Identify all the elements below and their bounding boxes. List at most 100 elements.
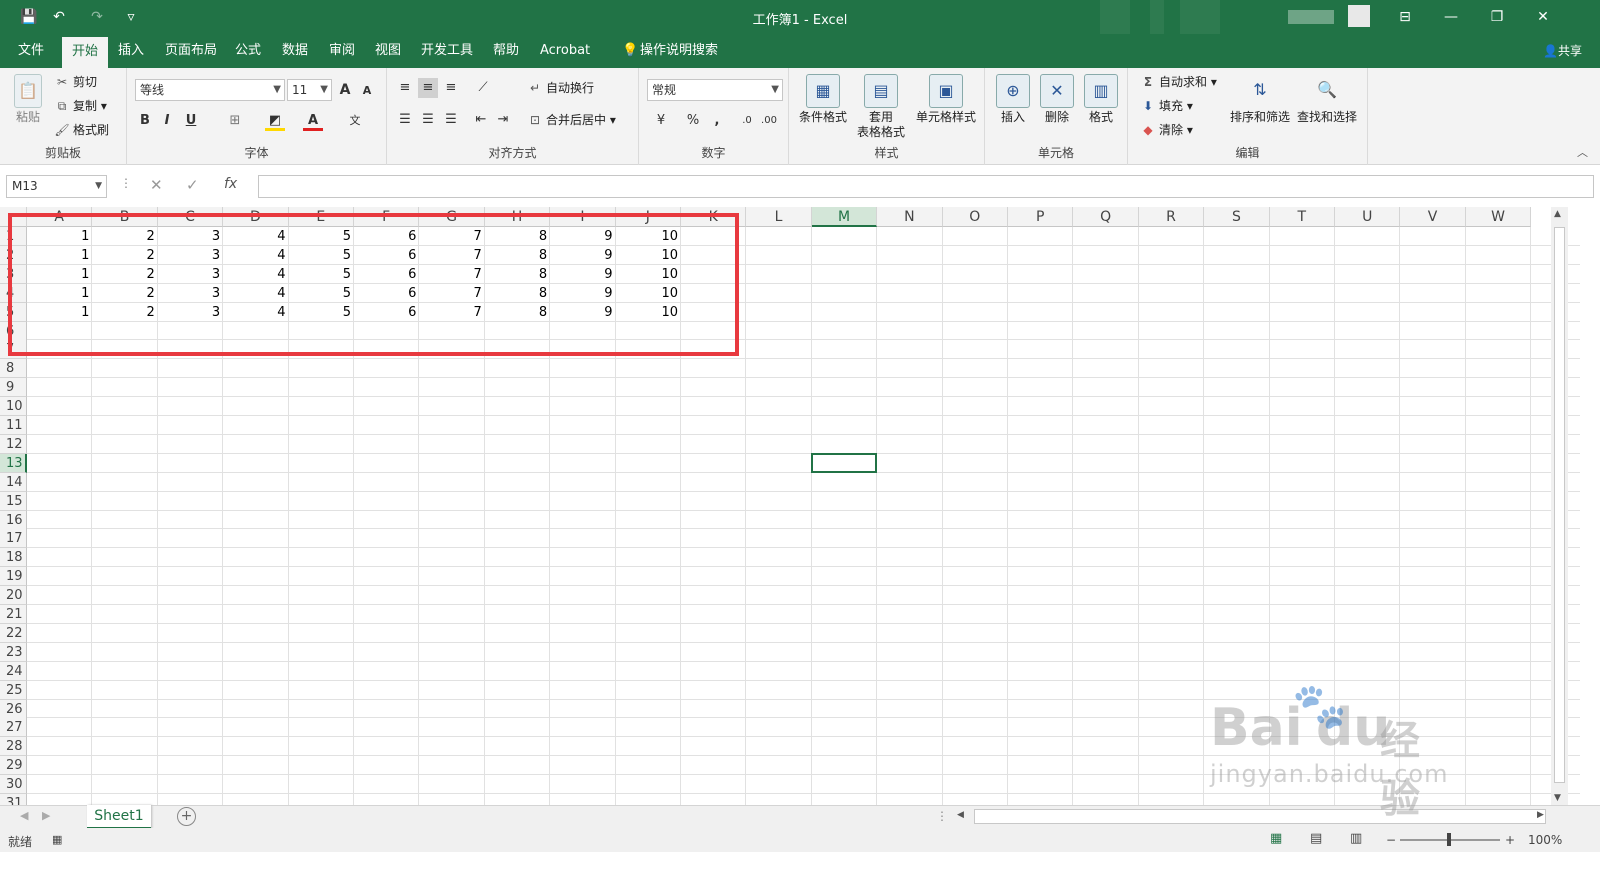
row-header-30[interactable]: 30 — [0, 775, 27, 795]
row-header-25[interactable]: 25 — [0, 680, 27, 700]
zoom-slider-thumb[interactable] — [1447, 833, 1451, 846]
scroll-thumb[interactable] — [1554, 227, 1565, 783]
format-as-table-button[interactable]: ▤ 套用 表格格式 — [851, 74, 911, 140]
restore-button[interactable]: ❐ — [1474, 0, 1520, 34]
row-header-15[interactable]: 15 — [0, 491, 27, 511]
row-header-11[interactable]: 11 — [0, 416, 27, 435]
clear-button[interactable]: ◆ 清除 ▾ — [1140, 120, 1192, 140]
autosum-button[interactable]: Σ 自动求和 ▾ — [1140, 72, 1217, 92]
column-header-s[interactable]: S — [1204, 207, 1270, 227]
tell-me-search[interactable]: 操作说明搜索 — [630, 34, 728, 68]
close-button[interactable]: ✕ — [1520, 0, 1566, 34]
tab-developer[interactable]: 开发工具 — [411, 34, 483, 68]
insert-function-button[interactable]: fx — [224, 176, 237, 192]
ribbon-display-options-icon[interactable]: ⊟ — [1382, 0, 1428, 34]
active-cell[interactable] — [810, 452, 878, 473]
orientation-icon[interactable]: ⟋ — [473, 78, 493, 98]
macro-record-icon[interactable]: ▦ — [52, 833, 62, 846]
row-header-14[interactable]: 14 — [0, 472, 27, 492]
format-painter-button[interactable]: 🖌 格式刷 — [54, 120, 109, 140]
font-name-dropdown[interactable]: 等线 ▼ — [135, 79, 285, 101]
page-layout-view-icon[interactable]: ▤ — [1310, 831, 1322, 846]
insert-cells-button[interactable]: ⊕ 插入 — [993, 74, 1033, 125]
comma-button[interactable]: , — [707, 111, 727, 131]
column-header-l[interactable]: L — [746, 207, 812, 227]
grow-font-button[interactable]: A — [335, 80, 355, 100]
add-sheet-button[interactable]: + — [177, 807, 196, 826]
fill-button[interactable]: ⬇ 填充 ▾ — [1140, 96, 1193, 116]
cut-button[interactable]: ✂ 剪切 — [54, 72, 97, 92]
column-header-q[interactable]: Q — [1073, 207, 1139, 227]
prev-sheet-icon[interactable]: ◀ — [20, 809, 28, 822]
phonetic-icon[interactable]: 文 — [345, 111, 365, 131]
increase-decimal-icon[interactable]: .0 — [737, 111, 757, 131]
vertical-scrollbar[interactable]: ▲ ▼ — [1551, 207, 1568, 805]
shrink-font-button[interactable]: A — [357, 81, 377, 101]
zoom-out-icon[interactable]: − — [1386, 833, 1396, 847]
decrease-decimal-icon[interactable]: .00 — [759, 111, 779, 131]
align-middle-icon[interactable]: ≡ — [418, 78, 438, 98]
next-sheet-icon[interactable]: ▶ — [42, 809, 50, 822]
sheet-tab-sheet1[interactable]: Sheet1 — [87, 805, 151, 829]
column-header-r[interactable]: R — [1138, 207, 1205, 227]
formula-input[interactable] — [258, 175, 1594, 198]
align-top-icon[interactable]: ≡ — [395, 78, 415, 98]
copy-button[interactable]: ⧉ 复制 ▾ — [54, 96, 107, 116]
tab-page-layout[interactable]: 页面布局 — [155, 34, 227, 68]
conditional-format-button[interactable]: ▦ 条件格式 — [795, 74, 851, 125]
name-box[interactable]: M13 ▼ — [6, 175, 107, 198]
font-color-button[interactable]: A — [303, 111, 323, 131]
scroll-left-icon[interactable]: ◀ — [957, 810, 964, 820]
align-center-icon[interactable]: ☰ — [418, 110, 438, 130]
row-header-24[interactable]: 24 — [0, 661, 27, 681]
cell-styles-button[interactable]: ▣ 单元格样式 — [913, 74, 979, 125]
row-header-12[interactable]: 12 — [0, 434, 27, 454]
column-header-u[interactable]: U — [1335, 207, 1401, 227]
share-button[interactable]: 👤共享 — [1543, 34, 1582, 68]
align-left-icon[interactable]: ☰ — [395, 110, 415, 130]
column-header-w[interactable]: W — [1465, 207, 1532, 227]
minimize-button[interactable]: — — [1428, 0, 1474, 34]
row-header-17[interactable]: 17 — [0, 529, 27, 549]
column-header-o[interactable]: O — [942, 207, 1008, 227]
increase-indent-icon[interactable]: ⇥ — [493, 110, 513, 130]
row-header-19[interactable]: 19 — [0, 567, 27, 587]
tab-home[interactable]: 开始 — [62, 37, 109, 68]
find-select-button[interactable]: 🔍 查找和选择 — [1294, 74, 1360, 125]
sort-filter-button[interactable]: ⇅ 排序和筛选 — [1228, 74, 1292, 125]
percent-button[interactable]: % — [683, 111, 703, 131]
column-header-p[interactable]: P — [1008, 207, 1074, 227]
row-header-18[interactable]: 18 — [0, 548, 27, 568]
column-header-m[interactable]: M — [811, 207, 878, 227]
merge-center-button[interactable]: ⊡ 合并后居中 ▾ — [527, 110, 616, 130]
row-header-13[interactable]: 13 — [0, 453, 27, 473]
align-bottom-icon[interactable]: ≡ — [441, 78, 461, 98]
wrap-text-button[interactable]: ↵ 自动换行 — [527, 78, 594, 98]
underline-button[interactable]: U — [181, 111, 201, 131]
align-right-icon[interactable]: ☰ — [441, 110, 461, 130]
font-size-dropdown[interactable]: 11 ▼ — [287, 79, 332, 101]
tab-insert[interactable]: 插入 — [108, 34, 154, 68]
paste-button[interactable]: 📋 粘贴 — [8, 74, 48, 125]
scroll-up-icon[interactable]: ▲ — [1554, 209, 1561, 219]
tab-formulas[interactable]: 公式 — [225, 34, 271, 68]
tab-data[interactable]: 数据 — [272, 34, 318, 68]
horizontal-scrollbar[interactable] — [974, 809, 1546, 824]
page-break-view-icon[interactable]: ▥ — [1350, 831, 1362, 846]
row-header-10[interactable]: 10 — [0, 397, 27, 417]
italic-button[interactable]: I — [157, 111, 177, 131]
tab-review[interactable]: 审阅 — [319, 34, 365, 68]
splitter-icon[interactable]: ⋮ — [936, 809, 948, 823]
tab-view[interactable]: 视图 — [365, 34, 411, 68]
tab-file[interactable]: 文件 — [8, 34, 54, 68]
format-cells-button[interactable]: ▥ 格式 — [1081, 74, 1121, 125]
currency-icon[interactable]: ¥ — [651, 111, 671, 131]
row-header-23[interactable]: 23 — [0, 642, 27, 662]
column-header-t[interactable]: T — [1269, 207, 1335, 227]
tab-help[interactable]: 帮助 — [483, 34, 529, 68]
row-header-9[interactable]: 9 — [0, 378, 27, 398]
row-header-20[interactable]: 20 — [0, 586, 27, 606]
row-header-27[interactable]: 27 — [0, 718, 27, 738]
borders-icon[interactable]: ⊞ — [225, 111, 245, 131]
column-header-n[interactable]: N — [877, 207, 943, 227]
